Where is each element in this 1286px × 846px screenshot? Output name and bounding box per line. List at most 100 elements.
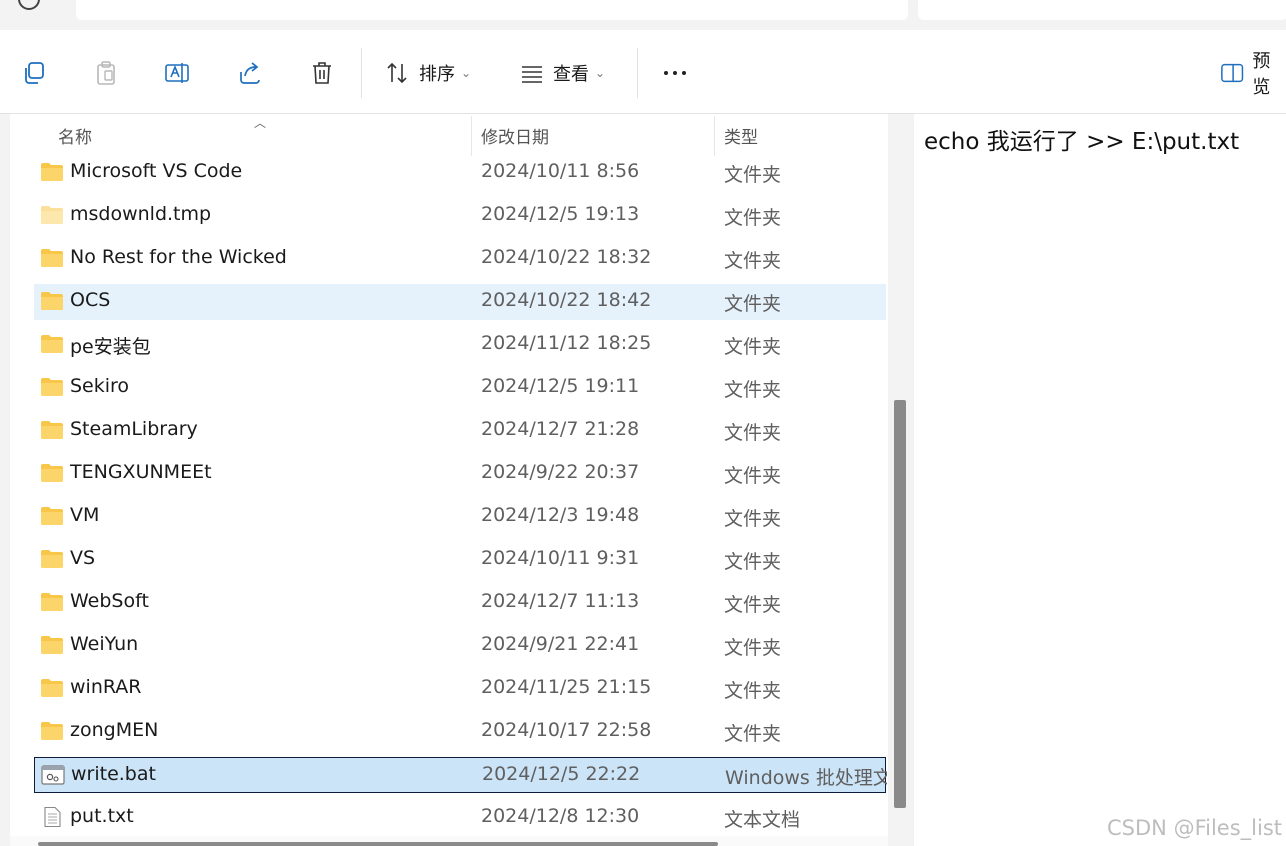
file-list: ︿ 名称 修改日期 类型 Microsoft VS Code 2024/10/11…: [10, 114, 888, 846]
file-date: 2024/12/8 12:30: [481, 805, 640, 827]
file-row[interactable]: OCS 2024/10/22 18:42 文件夹: [34, 284, 886, 320]
column-name[interactable]: 名称: [58, 123, 92, 148]
folder-icon: [40, 162, 64, 182]
file-row[interactable]: VS 2024/10/11 9:31 文件夹: [34, 542, 886, 578]
toolbar-divider: [361, 48, 362, 98]
file-date: 2024/12/5 19:11: [481, 375, 640, 397]
file-name: OCS: [70, 289, 111, 311]
file-type: 文件夹: [724, 293, 782, 315]
sort-button[interactable]: 排序 ⌄: [385, 56, 471, 90]
file-row[interactable]: WeiYun 2024/9/21 22:41 文件夹: [34, 628, 886, 664]
toolbar-divider: [637, 48, 638, 98]
batch-file-icon: [41, 765, 65, 785]
column-date[interactable]: 修改日期: [481, 123, 549, 148]
file-date: 2024/12/7 11:13: [481, 590, 640, 612]
file-row[interactable]: pe安装包 2024/11/12 18:25 文件夹: [34, 327, 886, 363]
column-divider[interactable]: [471, 116, 472, 156]
file-row[interactable]: SteamLibrary 2024/12/7 21:28 文件夹: [34, 413, 886, 449]
share-button[interactable]: [236, 56, 264, 90]
share-icon: [240, 62, 260, 84]
file-row[interactable]: msdownld.tmp 2024/12/5 19:13 文件夹: [34, 198, 886, 234]
file-row[interactable]: VM 2024/12/3 19:48 文件夹: [34, 499, 886, 535]
file-date: 2024/10/11 8:56: [481, 160, 640, 182]
file-row[interactable]: Microsoft VS Code 2024/10/11 8:56 文件夹: [34, 155, 886, 191]
sort-label: 排序: [419, 64, 455, 85]
preview-pane-icon: [1221, 63, 1244, 83]
file-type: 文件夹: [724, 723, 782, 745]
folder-icon: [40, 592, 64, 612]
file-name: WebSoft: [70, 590, 149, 612]
delete-button[interactable]: [308, 56, 336, 90]
file-row[interactable]: TENGXUNMEEt 2024/9/22 20:37 文件夹: [34, 456, 886, 492]
command-bar: 排序 ⌄ 查看 ⌄ 预览: [0, 30, 1286, 114]
scrollbar-thumb[interactable]: [894, 400, 906, 808]
file-type: 文件夹: [724, 680, 782, 702]
watermark: CSDN @Files_list: [1107, 816, 1282, 840]
trash-icon: [313, 62, 331, 84]
horizontal-scrollbar[interactable]: [10, 836, 888, 846]
chevron-down-icon: ⌄: [461, 66, 472, 80]
folder-icon: [40, 463, 64, 483]
folder-icon: [40, 420, 64, 440]
file-name: Sekiro: [70, 375, 130, 397]
address-bar[interactable]: [76, 0, 908, 20]
file-type: 文件夹: [724, 250, 782, 272]
preview-pane-button[interactable]: 预览: [1220, 51, 1286, 98]
view-button[interactable]: 查看 ⌄: [519, 56, 605, 90]
file-type: 文件夹: [724, 164, 782, 186]
paste-button[interactable]: [92, 56, 120, 90]
file-date: 2024/11/12 18:25: [481, 332, 652, 354]
folder-icon: [40, 377, 64, 397]
file-row[interactable]: write.bat 2024/12/5 22:22 Windows 批处理文件: [34, 757, 887, 793]
scrollbar-thumb[interactable]: [38, 842, 718, 846]
file-name: SteamLibrary: [70, 418, 198, 440]
file-date: 2024/10/11 9:31: [481, 547, 640, 569]
copy-button[interactable]: [20, 56, 48, 90]
rename-button[interactable]: [163, 56, 191, 90]
preview-pane: echo 我运行了 >> E:\put.txt: [914, 114, 1286, 846]
file-name: write.bat: [71, 763, 156, 785]
search-box[interactable]: [918, 0, 1286, 20]
file-name: TENGXUNMEEt: [70, 461, 212, 483]
file-row[interactable]: No Rest for the Wicked 2024/10/22 18:32 文件…: [34, 241, 886, 277]
file-type: 文件夹: [724, 465, 782, 487]
column-type[interactable]: 类型: [724, 123, 758, 148]
file-date: 2024/10/17 22:58: [481, 719, 652, 741]
file-row[interactable]: Sekiro 2024/12/5 19:11 文件夹: [34, 370, 886, 406]
text-file-icon: [40, 806, 64, 828]
more-options-button[interactable]: [660, 56, 690, 90]
vertical-scrollbar[interactable]: [888, 114, 912, 846]
file-row[interactable]: WebSoft 2024/12/7 11:13 文件夹: [34, 585, 886, 621]
file-name: No Rest for the Wicked: [70, 246, 287, 268]
file-name: put.txt: [70, 805, 134, 827]
preview-label: 预览: [1252, 51, 1271, 98]
file-name: VM: [70, 504, 100, 526]
file-date: 2024/12/5 19:13: [481, 203, 640, 225]
file-name: msdownld.tmp: [70, 203, 212, 225]
file-row[interactable]: zongMEN 2024/10/17 22:58 文件夹: [34, 714, 886, 750]
folder-icon: [40, 205, 64, 225]
column-divider[interactable]: [714, 116, 715, 156]
file-type: 文件夹: [724, 637, 782, 659]
back-icon[interactable]: [18, 0, 40, 10]
file-row[interactable]: winRAR 2024/11/25 21:15 文件夹: [34, 671, 886, 707]
chevron-down-icon: ⌄: [595, 66, 606, 80]
file-name: WeiYun: [70, 633, 139, 655]
file-date: 2024/11/25 21:15: [481, 676, 652, 698]
address-bar-strip: [0, 0, 1286, 30]
sort-icon: [387, 62, 407, 84]
file-date: 2024/12/3 19:48: [481, 504, 640, 526]
file-type: 文件夹: [724, 551, 782, 573]
file-row[interactable]: put.txt 2024/12/8 12:30 文本文档: [34, 800, 886, 836]
more-icon: [664, 71, 686, 75]
folder-icon: [40, 506, 64, 526]
folder-icon: [40, 291, 64, 311]
folder-icon: [40, 549, 64, 569]
file-name: zongMEN: [70, 719, 159, 741]
folder-icon: [40, 248, 64, 268]
folder-icon: [40, 334, 64, 354]
file-type: 文件夹: [724, 508, 782, 530]
view-icon: [522, 66, 542, 83]
file-type: 文件夹: [724, 207, 782, 229]
file-type: 文件夹: [724, 594, 782, 616]
